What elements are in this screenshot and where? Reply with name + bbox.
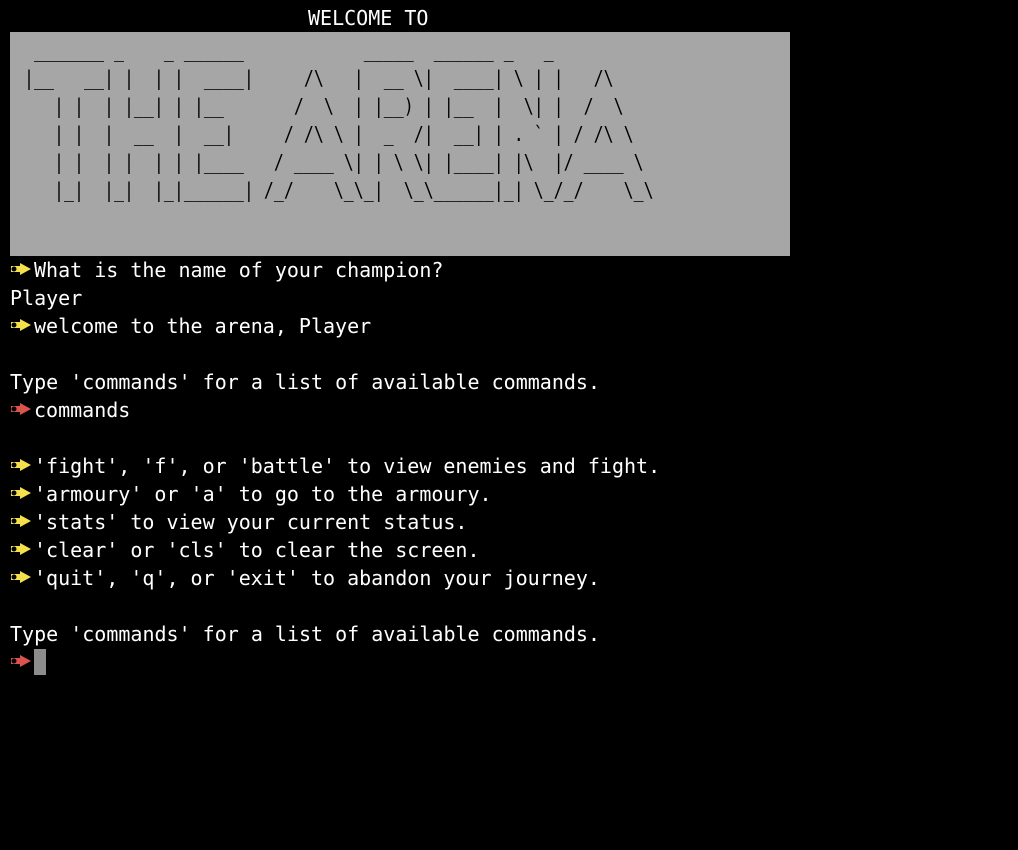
yellow-hand-arrow-icon: [10, 480, 34, 500]
welcome-heading: WELCOME TO: [308, 6, 429, 30]
yellow-hand-arrow-icon: [10, 508, 34, 528]
text-cursor[interactable]: [34, 649, 46, 675]
yellow-hand-arrow-icon: [10, 536, 34, 556]
question-text: What is the name of your champion?: [34, 258, 444, 282]
input-echo-name: Player: [10, 286, 83, 310]
command-description: 'clear' or 'cls' to clear the screen.: [34, 538, 480, 562]
arena-ascii-banner: _______ _ _ ______ _____ ______ _ _ |__ …: [10, 32, 790, 256]
output-line-question: What is the name of your champion?: [10, 256, 1010, 284]
red-hand-arrow-icon: [10, 396, 34, 416]
command-item-clear: 'clear' or 'cls' to clear the screen.: [10, 536, 1010, 564]
command-item-stats: 'stats' to view your current status.: [10, 508, 1010, 536]
yellow-hand-arrow-icon: [10, 256, 34, 276]
terminal-window[interactable]: WELCOME TO _______ _ _ ______ _____ ____…: [10, 4, 1010, 676]
yellow-hand-arrow-icon: [10, 564, 34, 584]
welcome-message: welcome to the arena, Player: [34, 314, 372, 338]
entered-command: commands: [34, 398, 131, 422]
hint-line: Type 'commands' for a list of available …: [10, 622, 601, 646]
hint-line: Type 'commands' for a list of available …: [10, 370, 601, 394]
command-item-quit: 'quit', 'q', or 'exit' to abandon your j…: [10, 564, 1010, 592]
output-line-welcome: welcome to the arena, Player: [10, 312, 1010, 340]
yellow-hand-arrow-icon: [10, 452, 34, 472]
command-description: 'stats' to view your current status.: [34, 510, 468, 534]
command-description: 'fight', 'f', or 'battle' to view enemie…: [34, 454, 661, 478]
yellow-hand-arrow-icon: [10, 312, 34, 332]
input-line-commands: commands: [10, 396, 1010, 424]
command-item-armoury: 'armoury' or 'a' to go to the armoury.: [10, 480, 1010, 508]
command-description: 'quit', 'q', or 'exit' to abandon your j…: [34, 566, 600, 590]
active-input-line[interactable]: [10, 648, 1010, 676]
command-description: 'armoury' or 'a' to go to the armoury.: [34, 482, 492, 506]
command-item-fight: 'fight', 'f', or 'battle' to view enemie…: [10, 452, 1010, 480]
arena-ascii-art: _______ _ _ ______ _____ ______ _ _ |__ …: [24, 38, 654, 202]
red-hand-arrow-icon: [10, 648, 34, 668]
